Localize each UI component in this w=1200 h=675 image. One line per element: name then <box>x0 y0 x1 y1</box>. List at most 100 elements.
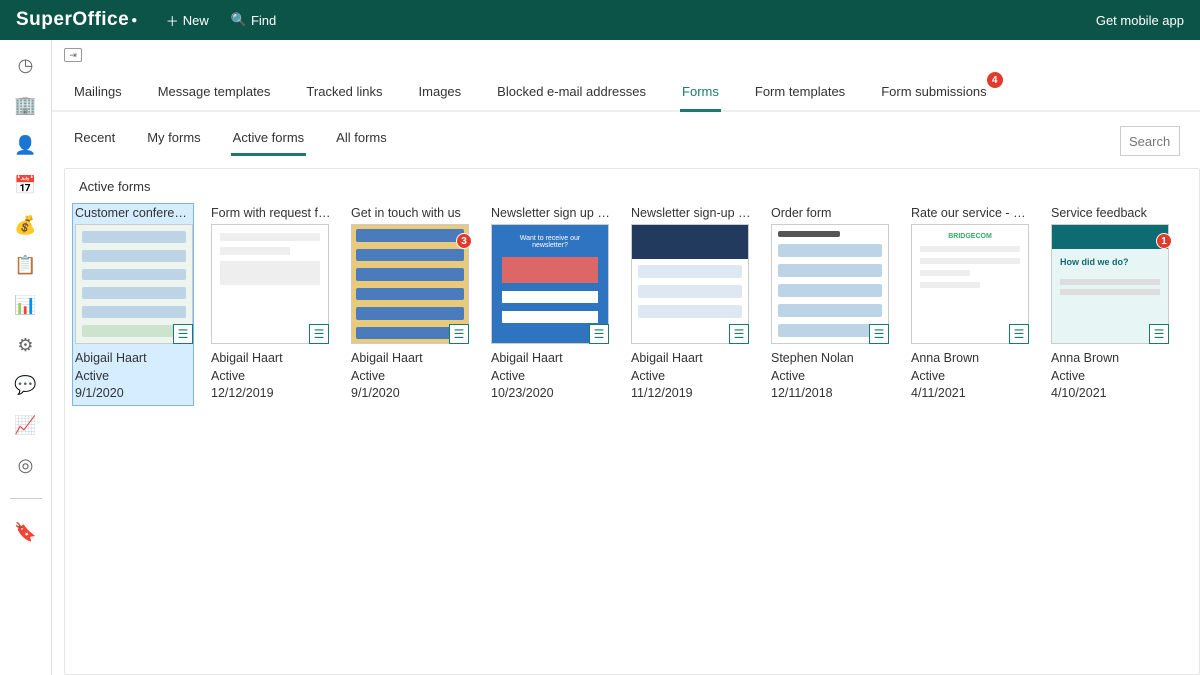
topbar: SuperOffice● ＋ New 🔍 Find Get mobile app <box>0 0 1200 40</box>
tab-mailings[interactable]: Mailings <box>72 76 124 110</box>
sidebar: ◷ 🏢 👤 📅 💰 📋 📊 ⚙ 💬 📈 ◎ 🔖 <box>0 40 52 675</box>
submissions-badge-icon: 1 <box>1156 233 1172 249</box>
card-menu-button[interactable]: ☰ <box>309 324 329 344</box>
section-title: Active forms <box>79 179 1189 194</box>
card-menu-button[interactable]: ☰ <box>729 324 749 344</box>
form-card-title[interactable]: Service feedback <box>1051 206 1171 220</box>
form-owner: Stephen Nolan <box>771 350 891 368</box>
form-card-title[interactable]: Newsletter sign-up form <box>631 206 751 220</box>
form-thumbnail[interactable]: ☰ <box>631 224 749 344</box>
form-status: Active <box>211 368 331 386</box>
form-card-meta: Anna BrownActive4/11/2021 <box>911 350 1031 403</box>
form-card[interactable]: Form with request fields ☰ Abigail HaartAc… <box>211 206 331 403</box>
sidebar-contact-icon[interactable]: 👤 <box>15 134 37 156</box>
form-card[interactable]: Newsletter sign-up form ☰ Abigail HaartAct… <box>631 206 751 403</box>
subtab-all-forms[interactable]: All forms <box>334 126 389 156</box>
form-card[interactable]: Rate our service - NPS BRIDGECOM☰ Anna Bro… <box>911 206 1031 403</box>
new-label: New <box>183 13 209 28</box>
form-owner: Abigail Haart <box>631 350 751 368</box>
form-status: Active <box>351 368 471 386</box>
find-label: Find <box>251 13 276 28</box>
expand-panel-icon[interactable]: ⇥ <box>64 48 82 62</box>
form-thumbnail[interactable]: ☰ <box>211 224 329 344</box>
form-thumbnail[interactable]: 1How did we do?☰ <box>1051 224 1169 344</box>
form-date: 12/11/2018 <box>771 385 891 403</box>
sidebar-dashboard-icon[interactable]: ◷ <box>15 54 37 76</box>
form-card-meta: Abigail HaartActive11/12/2019 <box>631 350 751 403</box>
form-thumbnail[interactable]: 3☰ <box>351 224 469 344</box>
search-input[interactable] <box>1120 126 1180 156</box>
card-menu-button[interactable]: ☰ <box>1149 324 1169 344</box>
primary-tabs: Mailings Message templates Tracked links Im… <box>52 70 1200 112</box>
sidebar-marketing-icon[interactable]: 🔖 <box>15 521 37 543</box>
tab-message-templates[interactable]: Message templates <box>156 76 273 110</box>
tab-images[interactable]: Images <box>417 76 464 110</box>
new-button[interactable]: ＋ New <box>166 11 209 30</box>
form-card-meta: Abigail HaartActive12/12/2019 <box>211 350 331 403</box>
get-mobile-app-link[interactable]: Get mobile app <box>1096 13 1184 28</box>
form-card-list: Customer conference 2☰Abigail HaartActiv… <box>75 206 1189 403</box>
brand-text: SuperOffice <box>16 9 129 31</box>
sidebar-project-icon[interactable]: 📊 <box>15 294 37 316</box>
form-status: Active <box>771 368 891 386</box>
form-status: Active <box>1051 368 1171 386</box>
form-date: 9/1/2020 <box>351 385 471 403</box>
form-thumbnail[interactable]: Want to receive our newsletter?☰ <box>491 224 609 344</box>
subtab-recent[interactable]: Recent <box>72 126 117 156</box>
form-date: 9/1/2020 <box>75 385 191 403</box>
form-date: 11/12/2019 <box>631 385 751 403</box>
form-card[interactable]: Get in touch with us3☰Abigail HaartActiv… <box>351 206 471 403</box>
sidebar-document-icon[interactable]: 📋 <box>15 254 37 276</box>
sidebar-target-icon[interactable]: ◎ <box>15 454 37 476</box>
form-date: 12/12/2019 <box>211 385 331 403</box>
tab-form-submissions[interactable]: Form submissions4 <box>879 76 988 110</box>
subtab-active-forms[interactable]: Active forms <box>231 126 307 156</box>
form-thumbnail[interactable]: ☰ <box>75 224 193 344</box>
form-card-meta: Abigail HaartActive10/23/2020 <box>491 350 611 403</box>
brand-dot-icon: ● <box>131 15 138 26</box>
form-card-title[interactable]: Customer conference 2 <box>75 206 191 220</box>
badge-icon: 4 <box>987 72 1003 88</box>
form-card-title[interactable]: Rate our service - NPS <box>911 206 1031 220</box>
sidebar-company-icon[interactable]: 🏢 <box>15 94 37 116</box>
form-thumbnail[interactable]: BRIDGECOM☰ <box>911 224 1029 344</box>
sidebar-reports-icon[interactable]: 📈 <box>15 414 37 436</box>
card-menu-button[interactable]: ☰ <box>589 324 609 344</box>
brand-logo: SuperOffice● <box>16 9 138 31</box>
card-menu-button[interactable]: ☰ <box>1009 324 1029 344</box>
form-owner: Anna Brown <box>911 350 1031 368</box>
find-button[interactable]: 🔍 Find <box>231 11 276 30</box>
form-card[interactable]: Newsletter sign up form Want to receive o… <box>491 206 611 403</box>
form-owner: Abigail Haart <box>75 350 191 368</box>
sidebar-divider <box>10 498 42 499</box>
form-status: Active <box>491 368 611 386</box>
tab-tracked-links[interactable]: Tracked links <box>304 76 384 110</box>
form-owner: Abigail Haart <box>491 350 611 368</box>
top-actions: ＋ New 🔍 Find <box>166 11 277 30</box>
form-card[interactable]: Order form ☰ Stephen NolanActive12/11/2018 <box>771 206 891 403</box>
secondary-tabs: Recent My forms Active forms All forms <box>72 126 389 156</box>
tab-blocked-e-mail-addresses[interactable]: Blocked e-mail addresses <box>495 76 648 110</box>
sidebar-calendar-icon[interactable]: 📅 <box>15 174 37 196</box>
form-card-title[interactable]: Form with request fields <box>211 206 331 220</box>
form-card-title[interactable]: Get in touch with us <box>351 206 471 220</box>
form-owner: Abigail Haart <box>211 350 331 368</box>
form-card[interactable]: Customer conference 2 ☰ Abigail HaartActiv… <box>73 204 193 405</box>
form-card-meta: Anna BrownActive4/10/2021 <box>1051 350 1171 403</box>
form-card-title[interactable]: Newsletter sign up form <box>491 206 611 220</box>
sidebar-settings-icon[interactable]: ⚙ <box>15 334 37 356</box>
card-menu-button[interactable]: ☰ <box>173 324 193 344</box>
card-menu-button[interactable]: ☰ <box>869 324 889 344</box>
form-card-meta: Stephen NolanActive12/11/2018 <box>771 350 891 403</box>
subtab-my-forms[interactable]: My forms <box>145 126 202 156</box>
form-card-meta: Abigail HaartActive9/1/2020 <box>75 350 191 403</box>
card-menu-button[interactable]: ☰ <box>449 324 469 344</box>
form-owner: Anna Brown <box>1051 350 1171 368</box>
tab-forms[interactable]: Forms <box>680 76 721 112</box>
sidebar-chat-icon[interactable]: 💬 <box>15 374 37 396</box>
tab-form-templates[interactable]: Form templates <box>753 76 847 110</box>
form-thumbnail[interactable]: ☰ <box>771 224 889 344</box>
form-card-title[interactable]: Order form <box>771 206 891 220</box>
sidebar-sale-icon[interactable]: 💰 <box>15 214 37 236</box>
form-card[interactable]: Service feedback 1How did we do?☰ Anna Bro… <box>1051 206 1171 403</box>
